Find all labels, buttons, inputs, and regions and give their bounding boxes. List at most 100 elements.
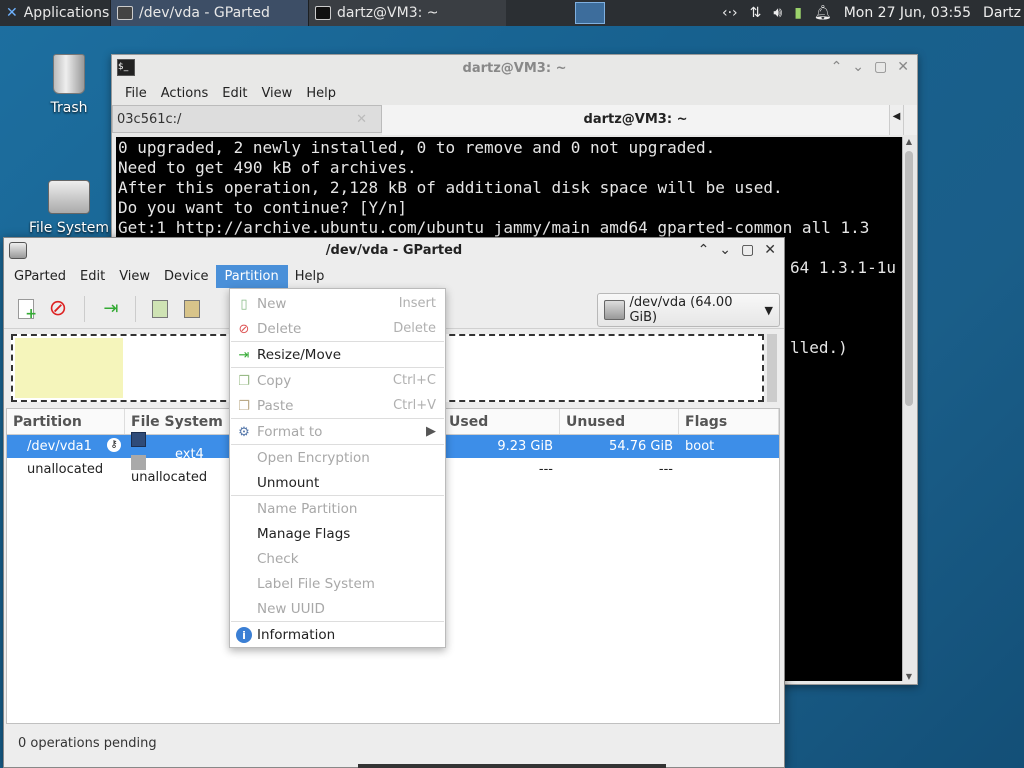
menu-item-resize-move[interactable]: ⇥ Resize/Move xyxy=(230,342,445,367)
harddisk-icon xyxy=(604,300,626,320)
volume-icon[interactable]: 🔊︎ xyxy=(773,5,782,21)
fs-color-swatch xyxy=(131,431,146,447)
menu-item-check[interactable]: Check xyxy=(230,546,445,571)
menu-item-manage-flags[interactable]: Manage Flags xyxy=(230,521,445,546)
new-icon: ▯ xyxy=(240,296,248,312)
paste-icon xyxy=(184,299,200,318)
top-panel: ✕ Applications /dev/vda - GParted dartz@… xyxy=(0,0,1024,26)
tab-scroll-left-button[interactable]: ◀ xyxy=(889,105,903,135)
menu-item-information[interactable]: i Information xyxy=(230,622,445,647)
network-arrows-icon[interactable]: ‹·› xyxy=(722,5,738,21)
user-menu[interactable]: Dartz xyxy=(983,5,1021,21)
col-partition[interactable]: Partition xyxy=(7,409,125,434)
resize-move-button[interactable]: ⇥ xyxy=(99,297,123,321)
output-line-partial: 64 1.3.1-1u xyxy=(790,258,896,277)
maximize-button[interactable]: ▢ xyxy=(874,59,887,75)
menu-file[interactable]: File xyxy=(118,86,154,101)
minimize-button[interactable]: ⌄ xyxy=(852,59,864,75)
copy-button[interactable] xyxy=(148,297,172,321)
menu-device[interactable]: Device xyxy=(157,265,215,288)
output-line: Do you want to continue? [Y/n] xyxy=(118,198,407,217)
tab-2[interactable]: dartz@VM3: ~ xyxy=(382,105,889,135)
maximize-button[interactable]: ▢ xyxy=(741,242,754,258)
copy-icon xyxy=(152,299,168,318)
mounted-key-icon: ⚷ xyxy=(107,438,121,452)
tab-scroll-right-button[interactable] xyxy=(903,105,917,135)
delete-partition-button[interactable]: ⊘ xyxy=(46,296,70,321)
format-icon: ⚙ xyxy=(238,424,250,440)
gparted-menubar: GParted Edit View Device Partition Help xyxy=(4,263,784,289)
partition-map-vda1[interactable] xyxy=(15,338,123,398)
desktop-icon-trash[interactable]: Trash xyxy=(24,54,114,116)
output-line: Need to get 490 kB of archives. xyxy=(118,158,417,177)
menu-item-name-partition[interactable]: Name Partition xyxy=(230,496,445,521)
menu-gparted[interactable]: GParted xyxy=(7,265,73,288)
menu-item-new[interactable]: ▯ New Insert xyxy=(230,291,445,316)
desktop-icon-filesystem[interactable]: File System xyxy=(24,180,114,236)
collapse-icon[interactable]: ⌃ xyxy=(831,59,843,75)
gparted-title: /dev/vda - GParted xyxy=(325,243,463,258)
menu-partition[interactable]: Partition xyxy=(215,264,288,288)
terminal-titlebar[interactable]: $_ dartz@VM3: ~ ⌃ ⌄ ▢ ✕ xyxy=(112,55,917,81)
paste-button[interactable] xyxy=(180,297,204,321)
menu-help[interactable]: Help xyxy=(288,265,332,288)
terminal-menubar: File Actions Edit View Help xyxy=(112,81,917,105)
taskbar-item-terminal[interactable]: dartz@VM3: ~ xyxy=(308,0,506,26)
output-line-partial: lled.) xyxy=(790,338,848,357)
menu-view[interactable]: View xyxy=(112,265,157,288)
delete-icon: ⊘ xyxy=(48,296,68,321)
applications-menu[interactable]: ✕ Applications xyxy=(0,0,110,26)
battery-icon[interactable]: ▮ xyxy=(794,5,802,21)
taskbar-item-gparted[interactable]: /dev/vda - GParted xyxy=(110,0,308,26)
terminal-tabs: 03c561c:/ ✕ dartz@VM3: ~ ◀ xyxy=(112,105,917,135)
tab-1[interactable]: 03c561c:/ ✕ xyxy=(112,105,382,133)
resize-icon: ⇥ xyxy=(103,298,119,319)
minimize-button[interactable]: ⌄ xyxy=(719,242,731,258)
tab-close-icon[interactable]: ✕ xyxy=(356,112,367,127)
workspace-switcher[interactable] xyxy=(575,2,605,24)
notification-bell-icon[interactable]: 🔔︎ xyxy=(814,5,832,21)
col-flags[interactable]: Flags xyxy=(679,409,779,434)
clock[interactable]: Mon 27 Jun, 03:55 xyxy=(844,5,971,21)
gparted-app-icon xyxy=(117,6,133,20)
new-icon: + xyxy=(18,298,37,322)
copy-icon: ❐ xyxy=(238,373,250,389)
terminal-scrollbar[interactable]: ▲ ▼ xyxy=(902,137,915,681)
new-partition-button[interactable]: + xyxy=(14,297,38,322)
trash-icon xyxy=(53,54,85,94)
paste-icon: ❐ xyxy=(238,398,250,414)
col-used[interactable]: Used xyxy=(443,409,560,434)
drive-icon xyxy=(48,180,90,214)
collapse-icon[interactable]: ⌃ xyxy=(698,242,710,258)
gparted-titlebar[interactable]: /dev/vda - GParted ⌃ ⌄ ▢ ✕ xyxy=(4,238,784,263)
menu-item-unmount[interactable]: Unmount xyxy=(230,470,445,495)
resize-icon: ⇥ xyxy=(238,347,250,363)
close-button[interactable]: ✕ xyxy=(764,242,776,258)
chevron-down-icon: ▼ xyxy=(764,303,773,317)
menu-edit[interactable]: Edit xyxy=(215,86,254,101)
close-button[interactable]: ✕ xyxy=(897,59,909,75)
delete-icon: ⊘ xyxy=(238,321,250,337)
menu-item-label-file-system[interactable]: Label File System xyxy=(230,571,445,596)
menu-item-delete[interactable]: ⊘ Delete Delete xyxy=(230,316,445,341)
col-unused[interactable]: Unused xyxy=(560,409,679,434)
terminal-app-icon xyxy=(315,6,331,20)
info-icon: i xyxy=(236,627,252,643)
menu-item-format-to[interactable]: ⚙ Format to ▶ xyxy=(230,419,445,444)
partition-map-scrollbar[interactable] xyxy=(767,334,777,402)
menu-actions[interactable]: Actions xyxy=(154,86,216,101)
menu-item-new-uuid[interactable]: New UUID xyxy=(230,596,445,621)
menu-help[interactable]: Help xyxy=(299,86,343,101)
output-line: After this operation, 2,128 kB of additi… xyxy=(118,178,783,197)
output-line: Get:1 http://archive.ubuntu.com/ubuntu j… xyxy=(118,218,870,237)
menu-item-open-encryption[interactable]: Open Encryption xyxy=(230,445,445,470)
menu-item-paste[interactable]: ❐ Paste Ctrl+V xyxy=(230,393,445,418)
xfce-logo-icon: ✕ xyxy=(6,5,18,21)
bottom-panel-edge xyxy=(358,764,666,768)
submenu-arrow-icon: ▶ xyxy=(426,424,436,439)
menu-edit[interactable]: Edit xyxy=(73,265,112,288)
device-selector[interactable]: /dev/vda (64.00 GiB) ▼ xyxy=(597,293,780,327)
network-icon[interactable]: ⇅ xyxy=(750,5,762,21)
menu-item-copy[interactable]: ❐ Copy Ctrl+C xyxy=(230,368,445,393)
menu-view[interactable]: View xyxy=(254,86,299,101)
